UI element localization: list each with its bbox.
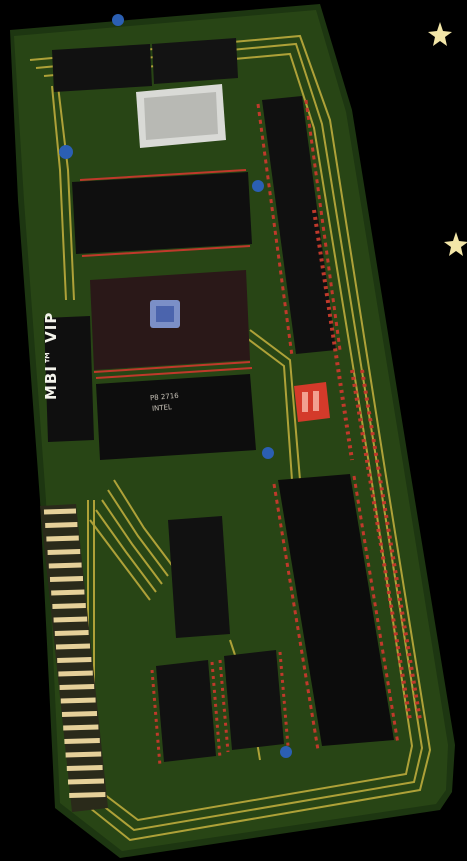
edge-finger (47, 549, 81, 555)
edge-finger (43, 508, 77, 515)
chip (72, 169, 252, 257)
edge-finger (55, 643, 91, 650)
edge-finger (60, 697, 96, 704)
edge-finger (69, 792, 106, 798)
edge-finger (58, 670, 93, 677)
edge-finger (53, 616, 88, 623)
edge-finger (57, 657, 92, 663)
edge-finger (49, 576, 84, 582)
circuit-board-photo (0, 0, 467, 861)
edge-finger (46, 535, 79, 542)
edge-finger (65, 751, 102, 758)
edge-finger (66, 765, 103, 771)
crystal-oscillator (136, 84, 226, 148)
edge-finger (61, 711, 98, 717)
edge-finger (54, 630, 89, 636)
edge-finger (51, 589, 85, 596)
board-label: MBI™ VIP (42, 311, 60, 400)
edge-finger (59, 684, 95, 690)
edge-finger (52, 603, 86, 609)
edge-finger (45, 522, 78, 528)
dip-switch (294, 382, 330, 422)
chip (96, 374, 256, 460)
edge-finger (64, 738, 100, 744)
edge-finger (63, 724, 99, 731)
edge-finger (67, 778, 105, 785)
edge-finger (48, 562, 82, 569)
